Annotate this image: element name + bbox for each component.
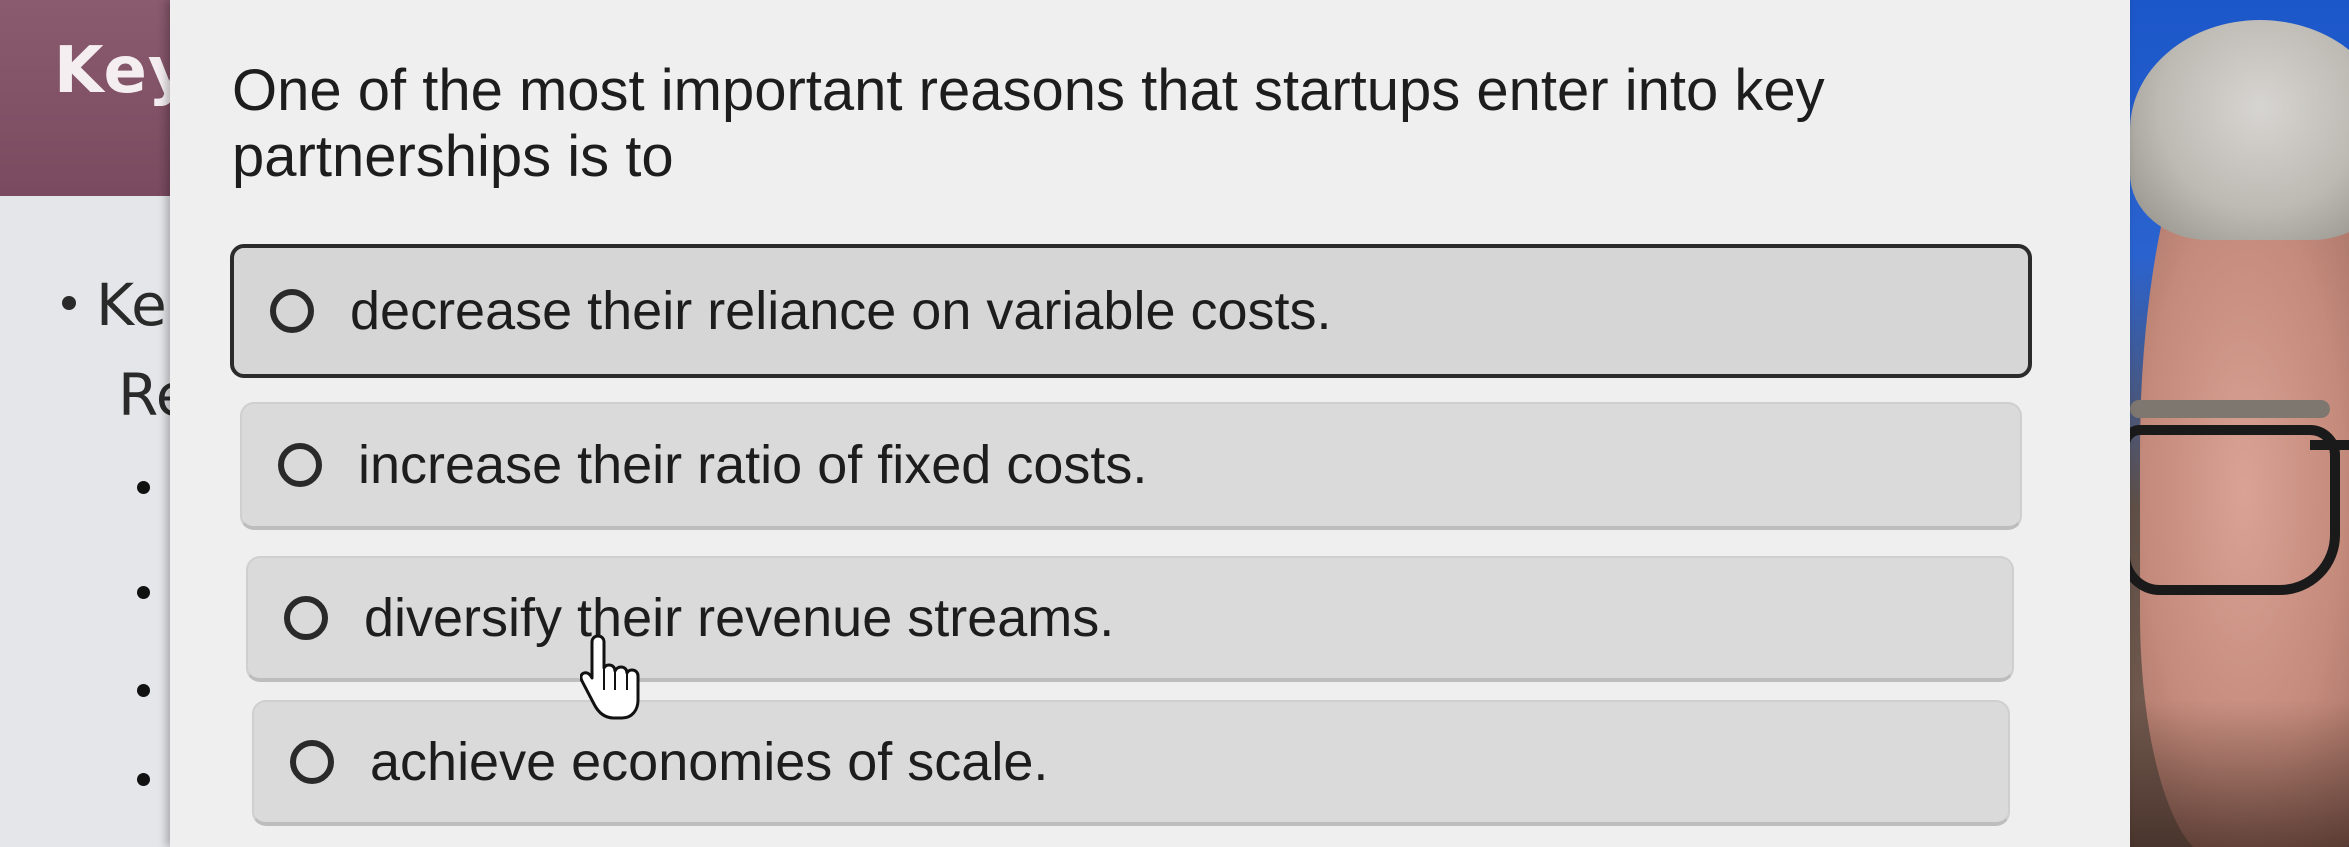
answer-option-1[interactable]: decrease their reliance on variable cost… [230,244,2032,378]
answer-option-3[interactable]: diversify their revenue streams. [246,556,2014,682]
sub-bullet-dot [137,481,150,494]
screen: Key Ke Re One of the most important reas… [0,0,2349,847]
answer-option-label: achieve economies of scale. [370,732,1049,792]
presenter-video [2130,0,2349,847]
presenter-glasses-arm [2310,440,2349,450]
quiz-panel: One of the most important reasons that s… [170,0,2130,847]
radio-button-icon[interactable] [284,596,328,640]
answer-option-label: diversify their revenue streams. [364,588,1115,648]
radio-button-icon[interactable] [278,443,322,487]
answer-option-4[interactable]: achieve economies of scale. [252,700,2010,826]
bullet-dot [62,295,76,310]
answer-option-2[interactable]: increase their ratio of fixed costs. [240,402,2022,530]
hand-pointer-icon [580,634,640,720]
presenter-brow [2130,400,2330,418]
sub-bullet-dot [137,684,150,697]
slide-bullet: Ke [62,276,167,334]
sub-bullet-dot [137,586,150,599]
radio-button-icon[interactable] [270,289,314,333]
presenter-shadow [2130,700,2349,847]
slide-bullet-text: Ke [96,271,167,339]
question-text: One of the most important reasons that s… [232,58,1825,189]
radio-button-icon[interactable] [290,740,334,784]
presenter-glasses [2130,425,2340,595]
presenter-hair [2130,20,2349,240]
answer-option-label: increase their ratio of fixed costs. [358,435,1148,495]
sub-bullet-dot [137,773,150,786]
answer-option-label: decrease their reliance on variable cost… [350,281,1332,341]
